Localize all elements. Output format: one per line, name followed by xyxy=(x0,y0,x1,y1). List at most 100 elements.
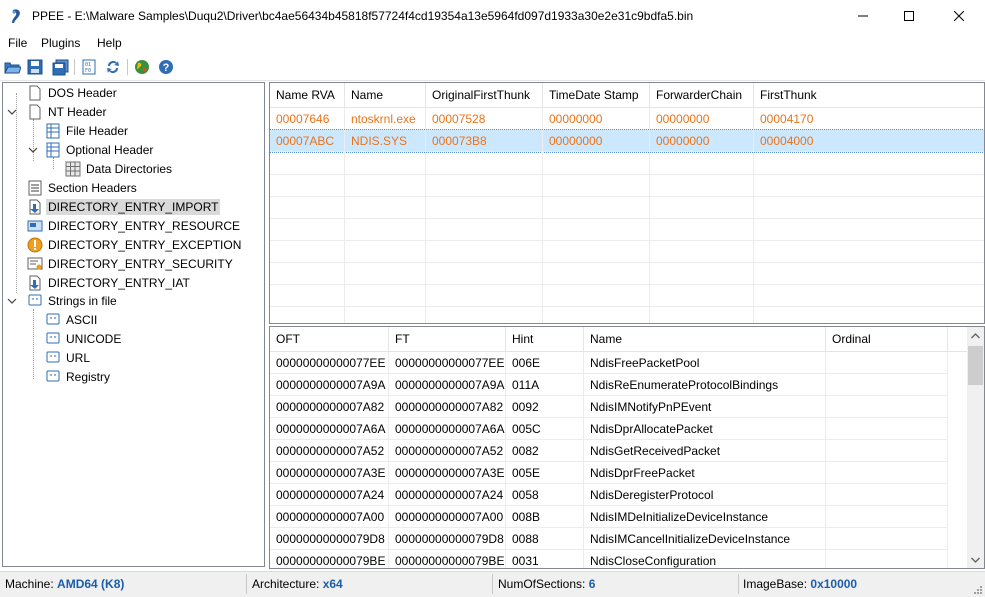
tree-connector xyxy=(33,309,34,379)
grid-line xyxy=(344,152,345,323)
table-row[interactable]: 0000000000007A9A 0000000000007A9A 011A Ndis… xyxy=(270,374,967,396)
toolbar-separator xyxy=(74,59,75,75)
tree-item-registry[interactable]: "" Registry xyxy=(45,367,112,386)
resize-grip-icon[interactable] xyxy=(973,585,983,595)
table-row[interactable]: 0000000000007A6A 0000000000007A6A 005C Ndis… xyxy=(270,418,967,440)
menu-help[interactable]: Help xyxy=(97,36,122,50)
menu-plugins[interactable]: Plugins xyxy=(41,36,80,50)
imports-table[interactable]: Name RVA Name OriginalFirstThunk TimeDat… xyxy=(269,82,985,324)
collapse-chevron-icon[interactable] xyxy=(7,107,17,117)
column-header[interactable]: Name RVA xyxy=(270,83,345,108)
table-row[interactable]: 0000000000007A24 0000000000007A24 0058 Ndis… xyxy=(270,484,967,506)
tree-item-url[interactable]: "" URL xyxy=(45,348,92,367)
cell-hint: 008B xyxy=(506,506,584,528)
column-header[interactable]: FT xyxy=(389,327,506,352)
menu-bar: File Plugins Help xyxy=(0,34,985,53)
tree-item-directory-entry-import[interactable]: DIRECTORY_ENTRY_IMPORT xyxy=(27,197,221,216)
table-icon xyxy=(46,142,60,157)
tree-item-unicode[interactable]: "" UNICODE xyxy=(45,329,123,348)
tree-item-strings-in-file[interactable]: "" Strings in file xyxy=(27,291,119,310)
cell-function-name: NdisIMDeInitializeDeviceInstance xyxy=(584,506,826,528)
tree-item-directory-entry-resource[interactable]: DIRECTORY_ENTRY_RESOURCE xyxy=(27,216,242,235)
hex-view-button[interactable]: 01 F0 xyxy=(80,58,98,76)
page-icon xyxy=(29,85,41,100)
tree-item-directory-entry-exception[interactable]: DIRECTORY_ENTRY_EXCEPTION xyxy=(27,235,243,254)
table-row-selected[interactable]: 00007ABC NDIS.SYS 000073B8 00000000 0000… xyxy=(270,129,984,153)
cell-name-rva: 00007ABC xyxy=(270,130,345,152)
table-icon xyxy=(46,123,60,138)
functions-table-header: OFT FT Hint Name Ordinal xyxy=(270,327,967,352)
tree-item-section-headers[interactable]: Section Headers xyxy=(27,178,139,197)
minimize-button[interactable] xyxy=(840,0,886,32)
scroll-thumb[interactable] xyxy=(968,346,983,385)
grid-line xyxy=(270,196,984,197)
tree-item-directory-entry-iat[interactable]: DIRECTORY_ENTRY_IAT xyxy=(27,273,192,292)
cell-name: NDIS.SYS xyxy=(345,130,426,152)
table-row[interactable]: 0000000000007A82 0000000000007A82 0092 Ndis… xyxy=(270,396,967,418)
grid-line xyxy=(270,262,984,263)
help-button[interactable]: ? xyxy=(157,58,175,76)
imports-table-header: Name RVA Name OriginalFirstThunk TimeDat… xyxy=(270,83,984,108)
tree-item-data-directories[interactable]: Data Directories xyxy=(65,159,174,178)
menu-file[interactable]: File xyxy=(8,36,27,50)
collapse-chevron-icon[interactable] xyxy=(28,145,38,155)
svg-text:?: ? xyxy=(163,62,170,74)
cell-oft: 0000000000007A00 xyxy=(270,506,389,528)
column-header[interactable]: OFT xyxy=(270,327,389,352)
table-row[interactable]: 00007646 ntoskrnl.exe 00007528 00000000 … xyxy=(270,108,984,130)
tree-item-optional-header[interactable]: Optional Header xyxy=(45,140,155,159)
status-image-base: ImageBase: 0x10000 xyxy=(743,577,858,591)
cell-name-rva: 00007646 xyxy=(270,108,345,130)
cell-oft: 00000000000079BE xyxy=(270,550,389,568)
vertical-scrollbar[interactable] xyxy=(967,327,984,568)
table-row[interactable]: 0000000000007A3E 0000000000007A3E 005E Ndis… xyxy=(270,462,967,484)
cell-oft: 0000000000007A82 xyxy=(270,396,389,418)
status-bar: Machine: AMD64 (K8) Architecture: x64 Nu… xyxy=(0,571,985,597)
cell-hint: 011A xyxy=(506,374,584,396)
cell-ft: 0000000000007A24 xyxy=(389,484,506,506)
save-button[interactable] xyxy=(26,58,44,76)
scroll-up-button[interactable] xyxy=(967,327,984,344)
cell-ordinal xyxy=(826,418,948,440)
column-header[interactable]: Name xyxy=(345,83,426,108)
collapse-chevron-icon[interactable] xyxy=(7,296,17,306)
close-button[interactable] xyxy=(936,0,982,32)
tree-item-dos-header[interactable]: DOS Header xyxy=(27,83,119,102)
cell-hint: 0058 xyxy=(506,484,584,506)
column-header[interactable]: OriginalFirstThunk xyxy=(426,83,543,108)
scroll-down-button[interactable] xyxy=(967,551,984,568)
column-header[interactable]: ForwarderChain xyxy=(650,83,754,108)
cell-hint: 0088 xyxy=(506,528,584,550)
open-button[interactable] xyxy=(3,58,21,76)
grid-line xyxy=(270,306,984,307)
column-header[interactable]: Hint xyxy=(506,327,584,352)
refresh-button[interactable] xyxy=(104,58,122,76)
cell-ordinal xyxy=(826,352,948,374)
refresh-icon xyxy=(107,61,119,73)
table-row[interactable]: 0000000000007A00 0000000000007A00 008B Ndis… xyxy=(270,506,967,528)
table-row[interactable]: 00000000000079D8 00000000000079D8 0088 Ndis… xyxy=(270,528,967,550)
table-row[interactable]: 00000000000079BE 00000000000079BE 0031 Ndis… xyxy=(270,550,967,568)
save-icon xyxy=(27,59,43,75)
grid-line xyxy=(649,152,650,323)
warning-icon xyxy=(27,237,43,252)
svg-text:"": "" xyxy=(31,297,39,305)
table-row[interactable]: 0000000000007A52 0000000000007A52 0082 Ndis… xyxy=(270,440,967,462)
column-header[interactable]: FirstThunk xyxy=(754,83,984,108)
functions-table[interactable]: OFT FT Hint Name Ordinal 00000000000077E… xyxy=(269,326,985,569)
save-all-button[interactable] xyxy=(51,58,69,76)
column-header[interactable]: TimeDate Stamp xyxy=(543,83,650,108)
maximize-button[interactable] xyxy=(886,0,932,32)
grid-icon xyxy=(65,161,81,176)
column-header[interactable]: Name xyxy=(584,327,826,352)
tree-item-nt-header[interactable]: NT Header xyxy=(27,102,108,121)
structure-tree[interactable]: DOS Header NT Header File Header Optiona… xyxy=(2,82,265,567)
table-row[interactable]: 00000000000077EE 00000000000077EE 006E Ndis… xyxy=(270,352,967,374)
tree-item-directory-entry-security[interactable]: DIRECTORY_ENTRY_SECURITY xyxy=(27,254,235,273)
web-button[interactable] xyxy=(133,58,151,76)
strings-icon: "" xyxy=(46,332,60,343)
tree-item-ascii[interactable]: "" ASCII xyxy=(45,310,99,329)
column-header[interactable]: Ordinal xyxy=(826,327,948,352)
cell-name: ntoskrnl.exe xyxy=(345,108,426,130)
tree-item-file-header[interactable]: File Header xyxy=(45,121,130,140)
